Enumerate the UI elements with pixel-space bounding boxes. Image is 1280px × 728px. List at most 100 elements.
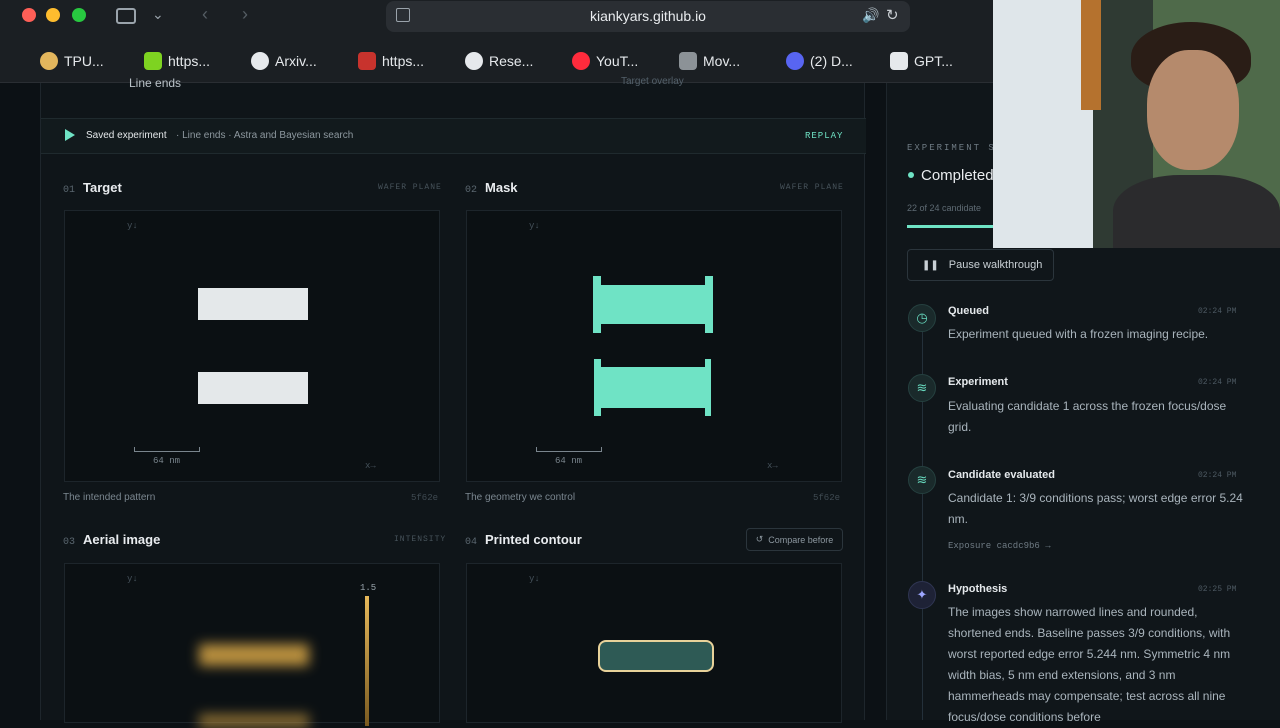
minimize-window-button[interactable] [46,8,60,22]
forward-button[interactable]: › [242,4,248,25]
close-window-button[interactable] [22,8,36,22]
printed-contour-canvas[interactable]: y↓ [466,563,842,723]
bookmark-item[interactable]: YouT... [572,52,638,70]
status-dot [908,172,914,178]
target-line-bottom [198,372,308,404]
banner-detail: · Line ends · Astra and Bayesian search [176,130,354,141]
aerial-intensity-blob [199,714,309,728]
scale-label: 64 nm [153,456,181,466]
section-label: EXPERIMENT ST [907,143,1004,153]
waves-icon: ≋ [908,466,936,494]
youtube-music-icon [572,52,590,70]
openai-icon [465,52,483,70]
experiment-main-panel: Line ends Target overlay Saved experimen… [40,76,866,728]
target-overlay-toggle[interactable]: Target overlay [621,76,684,87]
speaker-icon[interactable]: 🔊 [862,7,879,24]
back-button[interactable]: ‹ [202,4,208,25]
pause-walkthrough-button[interactable]: ❚❚ Pause walkthrough [907,249,1054,281]
g-icon [679,52,697,70]
play-icon [65,129,75,141]
bookmark-item[interactable]: https... [358,52,424,70]
chevron-down-icon[interactable]: ⌄ [152,6,164,23]
openai-icon [251,52,269,70]
y-axis-label: y↓ [127,574,138,584]
bookmark-item[interactable]: TPU... [40,52,104,70]
history-icon: ↺ [755,534,764,544]
sidebar-toggle-icon[interactable] [116,8,136,24]
bird-icon [358,52,376,70]
colorbar [365,596,369,726]
panel-title-aerial-image: 03 Aerial image [63,532,161,548]
panel-tag: WAFER PLANE [780,183,844,192]
event-body: The images show narrowed lines and round… [948,605,1231,724]
saved-experiment-banner: Saved experiment · Line ends · Astra and… [41,118,866,154]
target-canvas[interactable]: y↓ 64 nm x→ [64,210,440,482]
presenter-face [1147,50,1239,170]
event-body: Experiment queued with a frozen imaging … [948,327,1209,341]
event-body: Candidate 1: 3/9 conditions pass; worst … [948,491,1243,526]
bookmark-item[interactable]: Arxiv... [251,52,317,70]
saved-label: Saved experiment [86,130,167,141]
discord-icon [786,52,804,70]
bookmark-item[interactable]: Mov... [679,52,740,70]
scale-bar [134,447,200,452]
status-text: Completed [921,167,994,184]
scale-bar [536,447,602,452]
panel-caption: The geometry we control [465,492,576,503]
panel-caption: The intended pattern [63,492,156,503]
y-axis-label: y↓ [529,221,540,231]
clock-icon: ◷ [908,304,936,332]
printed-contour-shape [598,640,714,672]
bookmark-item[interactable]: (2) D... [786,52,853,70]
colorbar-max-label: 1.5 [360,583,377,593]
x-axis-label: x→ [767,461,778,471]
event-title: Queued [948,305,989,317]
bookmark-item[interactable]: Rese... [465,52,533,70]
mask-canvas[interactable]: y↓ 64 nm x→ [466,210,842,482]
maximize-window-button[interactable] [72,8,86,22]
bookmark-item[interactable]: GPT... [890,52,953,70]
x-axis-label: x→ [365,461,376,471]
event-title: Hypothesis [948,583,1008,595]
event-time: 02:24 PM [1198,378,1237,387]
reload-icon[interactable]: ↻ [886,6,899,24]
url-text: kiankyars.github.io [590,8,706,24]
mask-shapes [593,276,713,416]
event-body: Evaluating candidate 1 across the frozen… [948,399,1227,434]
event-time: 02:24 PM [1198,307,1237,316]
webcam-background-wall [993,0,1093,248]
panel-hash: 5f62e [813,493,841,503]
y-axis-label: y↓ [127,221,138,231]
waves-icon: ≋ [908,374,936,402]
target-line-top [198,288,308,320]
panel-tag: WAFER PLANE [378,183,442,192]
frog-icon [144,52,162,70]
pause-icon: ❚❚ [922,259,939,271]
panel-title-mask: 02 Mask [465,180,518,196]
section-title-partial: Line ends [129,76,182,90]
event-time: 02:24 PM [1198,471,1237,480]
event-time: 02:25 PM [1198,585,1237,594]
presenter-shirt [1113,175,1280,248]
webcam-door-frame [1081,0,1101,110]
bookmark-item[interactable]: https... [144,52,210,70]
replay-button[interactable]: REPLAY [805,131,843,141]
aerial-image-canvas[interactable]: y↓ 1.5 [64,563,440,728]
sparkle-icon: ✦ [908,581,936,609]
exposure-link[interactable]: Exposure cacdc9b6 → [948,541,1051,551]
progress-text: 22 of 24 candidate [907,203,982,213]
compare-before-button[interactable]: ↺ Compare before [746,528,843,551]
y-axis-label: y↓ [529,574,540,584]
event-title: Candidate evaluated [948,469,1055,481]
tpu-icon [40,52,58,70]
event-title: Experiment [948,376,1008,388]
gpt-icon [890,52,908,70]
aerial-intensity-blob [199,644,309,666]
panel-title-printed-contour: 04 Printed contour [465,532,582,548]
panel-title-target: 01 Target [63,180,122,196]
panel-hash: 5f62e [411,493,439,503]
panel-tag: INTENSITY [394,535,447,544]
scale-label: 64 nm [555,456,583,466]
address-bar[interactable]: kiankyars.github.io 🔊 ↻ [386,1,910,32]
webcam-overlay [993,0,1280,248]
